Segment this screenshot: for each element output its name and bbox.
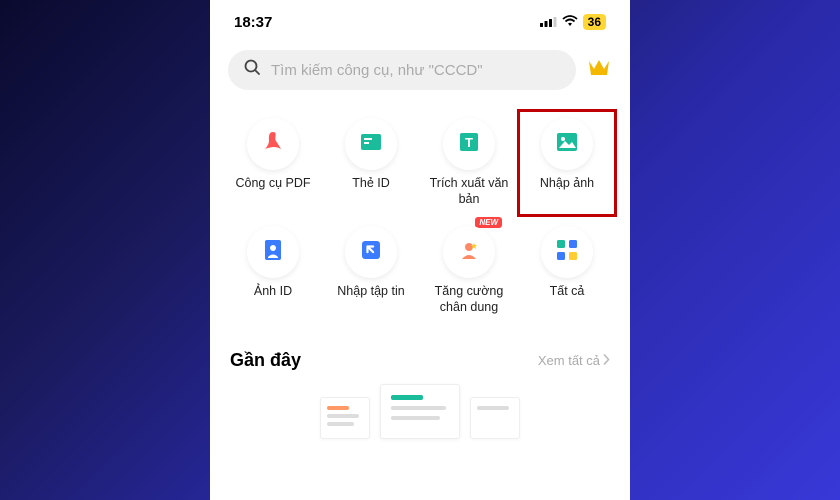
see-all-label: Xem tất cả — [538, 353, 600, 368]
status-time: 18:37 — [234, 14, 272, 31]
id-card-icon — [358, 129, 384, 160]
tool-label: Ảnh ID — [254, 284, 292, 316]
search-input[interactable] — [271, 62, 560, 79]
recent-section-header: Gần đây Xem tất cả — [210, 334, 630, 379]
tool-label: Thẻ ID — [352, 176, 390, 208]
svg-text:T: T — [465, 135, 473, 150]
tool-text-extract[interactable]: T Trích xuất văn bản — [422, 112, 516, 214]
tool-label: Tăng cường chân dung — [424, 284, 514, 316]
tool-grid: Công cụ PDF Thẻ ID T Trích xuất văn bản — [210, 104, 630, 334]
tool-label: Tất cả — [550, 284, 585, 316]
tool-photo-id[interactable]: Ảnh ID — [226, 220, 320, 322]
portrait-enhance-icon — [456, 237, 482, 268]
import-file-icon — [358, 237, 384, 268]
tool-pdf[interactable]: Công cụ PDF — [226, 112, 320, 214]
pdf-icon — [260, 129, 286, 160]
search-box[interactable] — [228, 50, 576, 90]
tool-import-image[interactable]: Nhập ảnh — [517, 109, 617, 217]
tool-label: Nhập ảnh — [540, 176, 594, 208]
section-title: Gần đây — [230, 350, 301, 371]
status-bar: 18:37 36 — [210, 0, 630, 44]
phone-screen: 18:37 36 Côn — [210, 0, 630, 500]
new-badge: NEW — [475, 217, 502, 228]
tool-label: Công cụ PDF — [235, 176, 310, 208]
tool-id-card[interactable]: Thẻ ID — [324, 112, 418, 214]
tool-label: Nhập tập tin — [337, 284, 404, 316]
see-all-link[interactable]: Xem tất cả — [538, 353, 610, 368]
doc-thumb — [380, 384, 460, 439]
search-icon — [244, 59, 261, 81]
all-apps-icon — [555, 238, 579, 267]
signal-icon — [540, 14, 557, 31]
photo-id-icon — [260, 237, 286, 268]
tool-import-file[interactable]: Nhập tập tin — [324, 220, 418, 322]
tool-all[interactable]: Tất cả — [520, 220, 614, 322]
search-row — [210, 44, 630, 104]
image-icon — [554, 129, 580, 160]
tool-portrait-enhance[interactable]: NEW Tăng cường chân dung — [422, 220, 516, 322]
crown-icon[interactable] — [586, 57, 612, 84]
tool-label: Trích xuất văn bản — [424, 176, 514, 208]
status-right: 36 — [540, 14, 606, 31]
battery-indicator: 36 — [583, 14, 606, 30]
doc-thumb — [470, 397, 520, 439]
wifi-icon — [562, 14, 578, 31]
recent-empty-art — [210, 379, 630, 439]
doc-thumb — [320, 397, 370, 439]
chevron-right-icon — [603, 353, 610, 368]
text-extract-icon: T — [456, 129, 482, 160]
